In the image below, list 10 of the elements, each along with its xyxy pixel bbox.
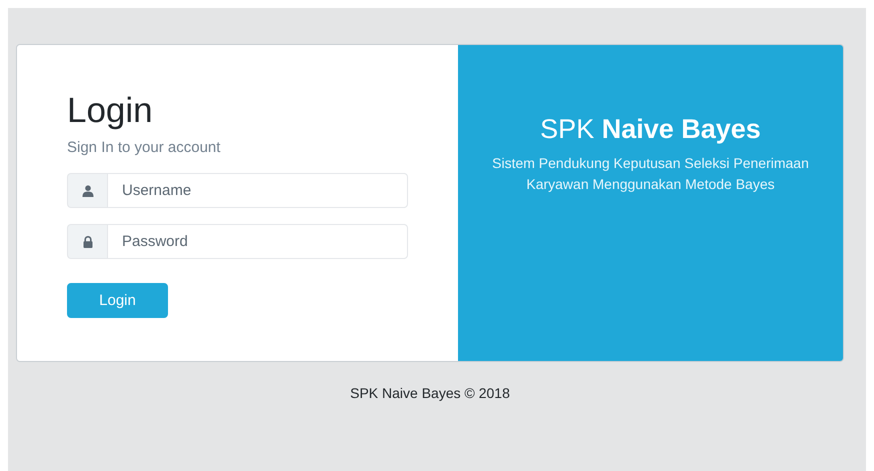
brand-title: SPK Naive Bayes (539, 113, 762, 146)
login-button[interactable]: Login (67, 283, 168, 318)
input-field[interactable]: Username (107, 173, 408, 208)
input-field[interactable]: Password (107, 224, 408, 259)
login-title: Login (67, 91, 154, 131)
footer-text: SPK Naive Bayes © 2018 (350, 385, 510, 401)
login-subtitle: Sign In to your account (67, 139, 222, 156)
user-icon (82, 184, 94, 196)
brand-description: Sistem Pendukung Keputusan Seleksi Penerimaan Karyawan Menggunakan Metode Bayes (491, 154, 810, 194)
lock-icon (82, 236, 92, 248)
